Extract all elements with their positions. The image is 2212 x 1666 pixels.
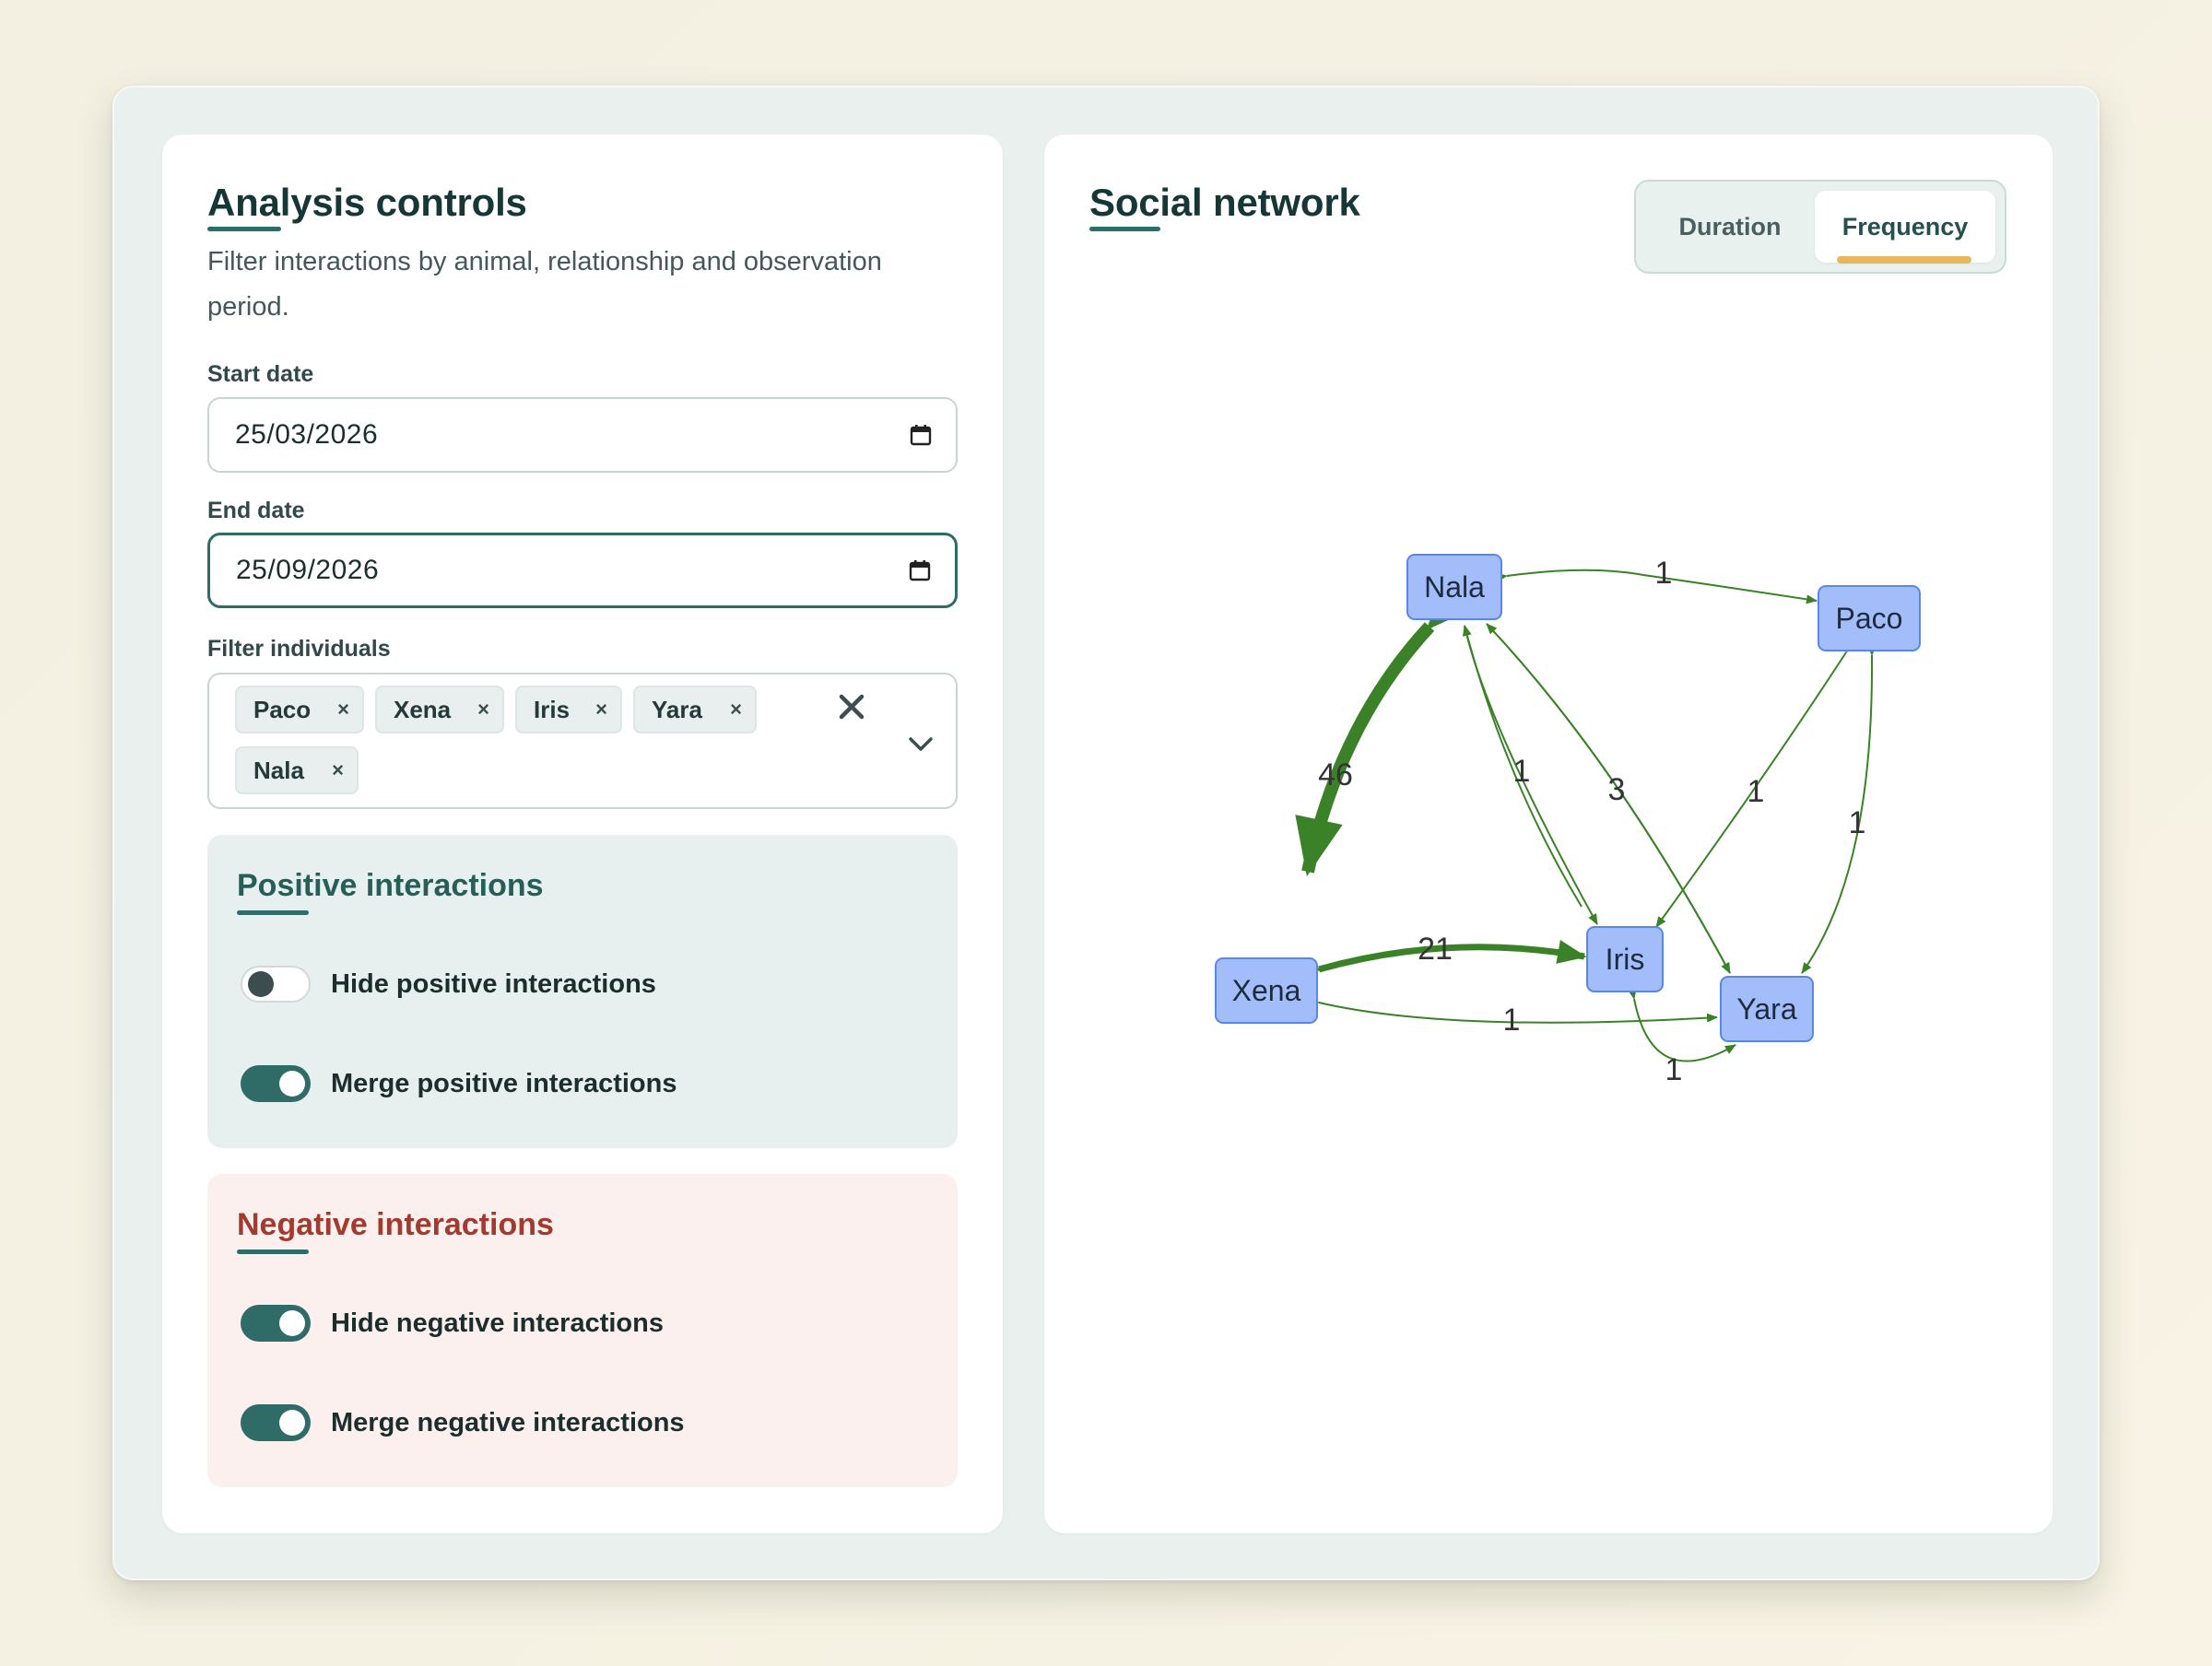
remove-chip-icon[interactable]: × xyxy=(337,698,349,722)
individuals-multiselect[interactable]: Paco × Xena × Iris × Yara × Nala × xyxy=(207,673,958,809)
edge-label-nala-paco: 1 xyxy=(1655,556,1673,591)
merge-positive-toggle[interactable] xyxy=(241,1065,311,1102)
toggle-knob xyxy=(279,1310,305,1336)
chip-label: Yara xyxy=(652,695,702,723)
chip-label: Iris xyxy=(534,695,571,723)
chip-label: Xena xyxy=(394,695,452,723)
edge-nala-xena[interactable] xyxy=(1295,570,1484,877)
edge-label-nala-iris: 1 xyxy=(1513,754,1531,789)
positive-group-title: Positive interactions xyxy=(237,868,544,903)
edge-label-nala-xena: 46 xyxy=(1318,757,1353,792)
hide-negative-label: Hide negative interactions xyxy=(331,1308,664,1338)
node-label: Paco xyxy=(1836,602,1903,635)
node-label: Iris xyxy=(1606,943,1645,976)
network-graph[interactable]: 1 46 1 3 1 1 21 1 1 Nala Paco Xena Iris … xyxy=(1044,135,2053,1533)
node-yara[interactable]: Yara xyxy=(1720,976,1814,1042)
node-iris[interactable]: Iris xyxy=(1586,926,1664,992)
chip-yara[interactable]: Yara × xyxy=(633,686,757,733)
edge-label-xena-iris: 21 xyxy=(1418,932,1453,967)
node-label: Yara xyxy=(1736,992,1796,1026)
start-date-input[interactable]: 25/03/2026 xyxy=(207,397,958,473)
calendar-icon[interactable] xyxy=(910,424,932,446)
edge-nala-iris[interactable] xyxy=(1464,625,1598,925)
calendar-icon[interactable] xyxy=(909,559,931,581)
positive-group-underline xyxy=(237,910,309,915)
toggle-knob xyxy=(248,971,274,997)
remove-chip-icon[interactable]: × xyxy=(595,698,607,722)
edge-label-paco-yara: 1 xyxy=(1849,805,1866,840)
edge-label-nala-yara: 3 xyxy=(1608,772,1626,807)
chip-xena[interactable]: Xena × xyxy=(375,686,504,733)
negative-interactions-group: Negative interactions Hide negative inte… xyxy=(207,1174,958,1487)
controls-title-underline xyxy=(207,227,281,231)
hide-negative-toggle[interactable] xyxy=(241,1305,311,1342)
remove-chip-icon[interactable]: × xyxy=(730,698,742,722)
start-date-label: Start date xyxy=(207,361,314,387)
clear-all-icon[interactable] xyxy=(836,691,867,722)
merge-negative-label: Merge negative interactions xyxy=(331,1408,685,1437)
controls-title: Analysis controls xyxy=(207,181,527,224)
chip-paco[interactable]: Paco × xyxy=(235,686,364,733)
chip-iris[interactable]: Iris × xyxy=(515,686,622,733)
node-nala[interactable]: Nala xyxy=(1406,554,1502,620)
hide-positive-label: Hide positive interactions xyxy=(331,969,656,999)
controls-subtitle: Filter interactions by animal, relations… xyxy=(207,247,882,322)
end-date-input[interactable]: 25/09/2026 xyxy=(207,533,958,608)
edge-label-xena-yara: 1 xyxy=(1503,1003,1521,1038)
end-date-value: 25/09/2026 xyxy=(236,555,380,585)
merge-positive-label: Merge positive interactions xyxy=(331,1069,677,1098)
toggle-knob xyxy=(279,1410,305,1436)
chip-nala[interactable]: Nala × xyxy=(235,746,359,794)
filter-individuals-label: Filter individuals xyxy=(207,636,391,662)
start-date-value: 25/03/2026 xyxy=(235,419,379,450)
merge-negative-toggle[interactable] xyxy=(241,1404,311,1441)
node-label: Nala xyxy=(1424,570,1485,604)
negative-group-underline xyxy=(237,1250,309,1254)
positive-interactions-group: Positive interactions Hide positive inte… xyxy=(207,835,958,1148)
chevron-down-icon[interactable] xyxy=(907,730,935,757)
node-paco[interactable]: Paco xyxy=(1818,585,1921,651)
hide-positive-toggle[interactable] xyxy=(241,966,311,1003)
analysis-controls-panel: Analysis controls Filter interactions by… xyxy=(162,135,1003,1533)
end-date-label: End date xyxy=(207,498,305,523)
edge-label-iris-yara: 1 xyxy=(1665,1052,1683,1087)
chip-label: Nala xyxy=(253,756,304,784)
chip-label: Paco xyxy=(253,695,312,723)
toggle-knob xyxy=(279,1071,305,1097)
edge-label-paco-iris: 1 xyxy=(1747,774,1765,809)
remove-chip-icon[interactable]: × xyxy=(477,698,489,722)
remove-chip-icon[interactable]: × xyxy=(332,758,344,782)
node-label: Xena xyxy=(1232,974,1301,1007)
negative-group-title: Negative interactions xyxy=(237,1207,554,1242)
node-xena[interactable]: Xena xyxy=(1215,957,1318,1024)
